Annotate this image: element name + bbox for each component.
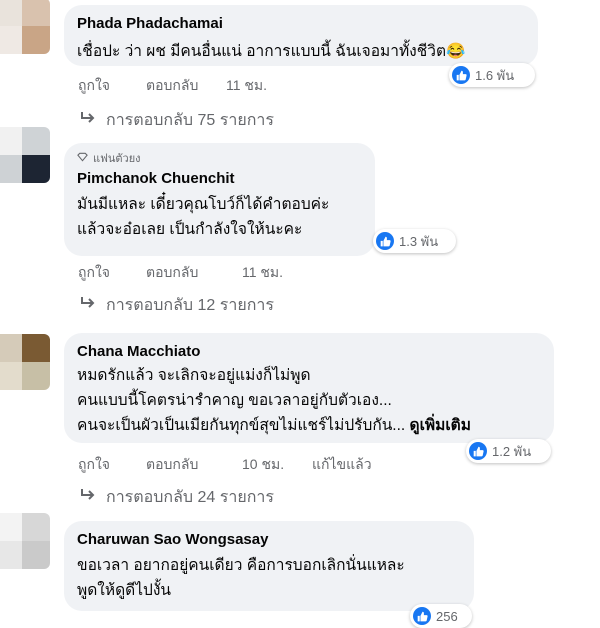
thumbs-up-icon xyxy=(469,442,487,460)
reply-button[interactable]: ตอบกลับ xyxy=(146,75,226,97)
view-replies-link[interactable]: การตอบกลับ 12 รายการ xyxy=(80,293,274,318)
comment-actions: ถูกใจ ตอบกลับ 11 ชม. xyxy=(78,75,267,97)
reaction-count: 1.6 พัน xyxy=(475,67,515,83)
comment-bubble: Phada Phadachamai เชื่อปะ ว่า ผช มีคนอื่… xyxy=(64,5,538,66)
thumbs-up-icon xyxy=(376,232,394,250)
comment-text: มันมีแหละ เดี๋ยวคุณโบว์ก็ได้คำตอบค่ะ xyxy=(77,196,330,213)
reaction-summary[interactable]: 256 xyxy=(410,604,472,628)
view-replies-link[interactable]: การตอบกลับ 75 รายการ xyxy=(80,108,274,133)
view-replies-link[interactable]: การตอบกลับ 24 รายการ xyxy=(80,485,274,510)
thumbs-up-icon xyxy=(452,66,470,84)
comment-author[interactable]: Phada Phadachamai xyxy=(77,14,524,34)
comment-text: คนจะเป็นผัวเป็นเมียกันทุกข์สุขไม่แชร์ไม่… xyxy=(77,413,540,438)
comment-text: คนแบบนี้โคตรน่ารำคาญ ขอเวลาอยู่กับตัวเอง… xyxy=(77,392,392,409)
like-button[interactable]: ถูกใจ xyxy=(78,262,146,284)
like-button[interactable]: ถูกใจ xyxy=(78,75,146,97)
comment-time[interactable]: 11 ชม. xyxy=(242,262,283,284)
reaction-count: 256 xyxy=(436,608,458,624)
comment-time[interactable]: 10 ชม. xyxy=(242,454,312,476)
reply-button[interactable]: ตอบกลับ xyxy=(146,262,242,284)
comment-time[interactable]: 11 ชม. xyxy=(226,75,267,97)
comment-actions: ถูกใจ ตอบกลับ 11 ชม. xyxy=(78,262,283,284)
comment-text: แล้วจะอ๋อเลย เป็นกำลังใจให้นะคะ xyxy=(77,221,303,238)
diamond-icon xyxy=(77,152,88,166)
avatar[interactable] xyxy=(0,334,50,390)
thumbs-up-icon xyxy=(413,607,431,625)
comment-bubble: Chana Macchiato หมดรักแล้ว จะเลิกจะอยู่แ… xyxy=(64,333,554,443)
reaction-summary[interactable]: 1.6 พัน xyxy=(449,63,535,87)
comment-text-line: คนจะเป็นผัวเป็นเมียกันทุกข์สุขไม่แชร์ไม่… xyxy=(77,417,406,434)
reaction-summary[interactable]: 1.2 พัน xyxy=(466,439,551,463)
reaction-summary[interactable]: 1.3 พัน xyxy=(373,229,456,253)
fan-badge-label: แฟนตัวยง xyxy=(93,153,141,165)
comment-bubble: Charuwan Sao Wongsasay ขอเวลา อยากอยู่คน… xyxy=(64,521,474,611)
reaction-count: 1.2 พัน xyxy=(492,443,532,459)
comment-text: พูดให้ดูดีไปงั้น xyxy=(77,582,171,599)
see-more-link[interactable]: ดูเพิ่มเติม xyxy=(410,417,471,434)
replies-count-text[interactable]: การตอบกลับ 12 รายการ xyxy=(106,293,274,318)
avatar[interactable] xyxy=(0,513,50,569)
reply-arrow-icon xyxy=(80,488,96,507)
comment-author[interactable]: Charuwan Sao Wongsasay xyxy=(77,530,460,550)
reaction-count: 1.3 พัน xyxy=(399,233,439,249)
replies-count-text[interactable]: การตอบกลับ 75 รายการ xyxy=(106,108,274,133)
comment-text: เชื่อปะ ว่า ผช มีคนอื่นแน่ อาการแบบนี้ ฉ… xyxy=(77,43,466,60)
replies-count-text[interactable]: การตอบกลับ 24 รายการ xyxy=(106,485,274,510)
reply-arrow-icon xyxy=(80,296,96,315)
comment-author[interactable]: Chana Macchiato xyxy=(77,342,540,362)
like-button[interactable]: ถูกใจ xyxy=(78,454,146,476)
avatar[interactable] xyxy=(0,127,50,183)
reply-button[interactable]: ตอบกลับ xyxy=(146,454,242,476)
fan-badge: แฟนตัวยง xyxy=(77,152,361,166)
reply-arrow-icon xyxy=(80,111,96,130)
edited-label[interactable]: แก้ไขแล้ว xyxy=(312,454,372,476)
comment-author[interactable]: Pimchanok Chuenchit xyxy=(77,169,361,189)
comment-text: หมดรักแล้ว จะเลิกจะอยู่แม่งก็ไม่พูด xyxy=(77,367,311,384)
comment-actions: ถูกใจ ตอบกลับ 10 ชม. แก้ไขแล้ว xyxy=(78,454,372,476)
comment-bubble: แฟนตัวยง Pimchanok Chuenchit มันมีแหละ เ… xyxy=(64,143,375,256)
comment-text: ขอเวลา อยากอยู่คนเดียว คือการบอกเลิกนั่น… xyxy=(77,557,405,574)
avatar[interactable] xyxy=(0,0,50,54)
